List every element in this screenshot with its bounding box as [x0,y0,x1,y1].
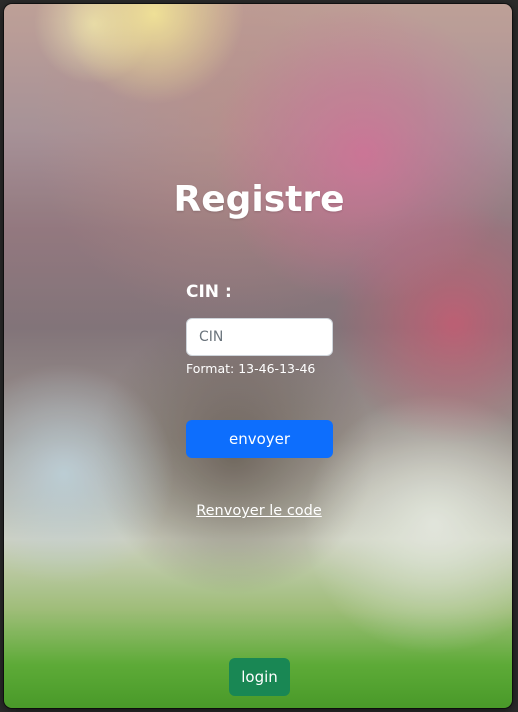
resend-code-link[interactable]: Renvoyer le code [0,501,518,521]
background-overlay [4,4,512,708]
envoyer-button[interactable]: envoyer [186,420,333,458]
cin-label: CIN : [186,282,232,302]
window-frame [4,4,512,708]
page-title: Registre [173,179,345,220]
login-button[interactable]: login [229,658,290,696]
format-hint: Format: 13-46-13-46 [186,361,316,376]
cin-input[interactable] [186,318,333,356]
